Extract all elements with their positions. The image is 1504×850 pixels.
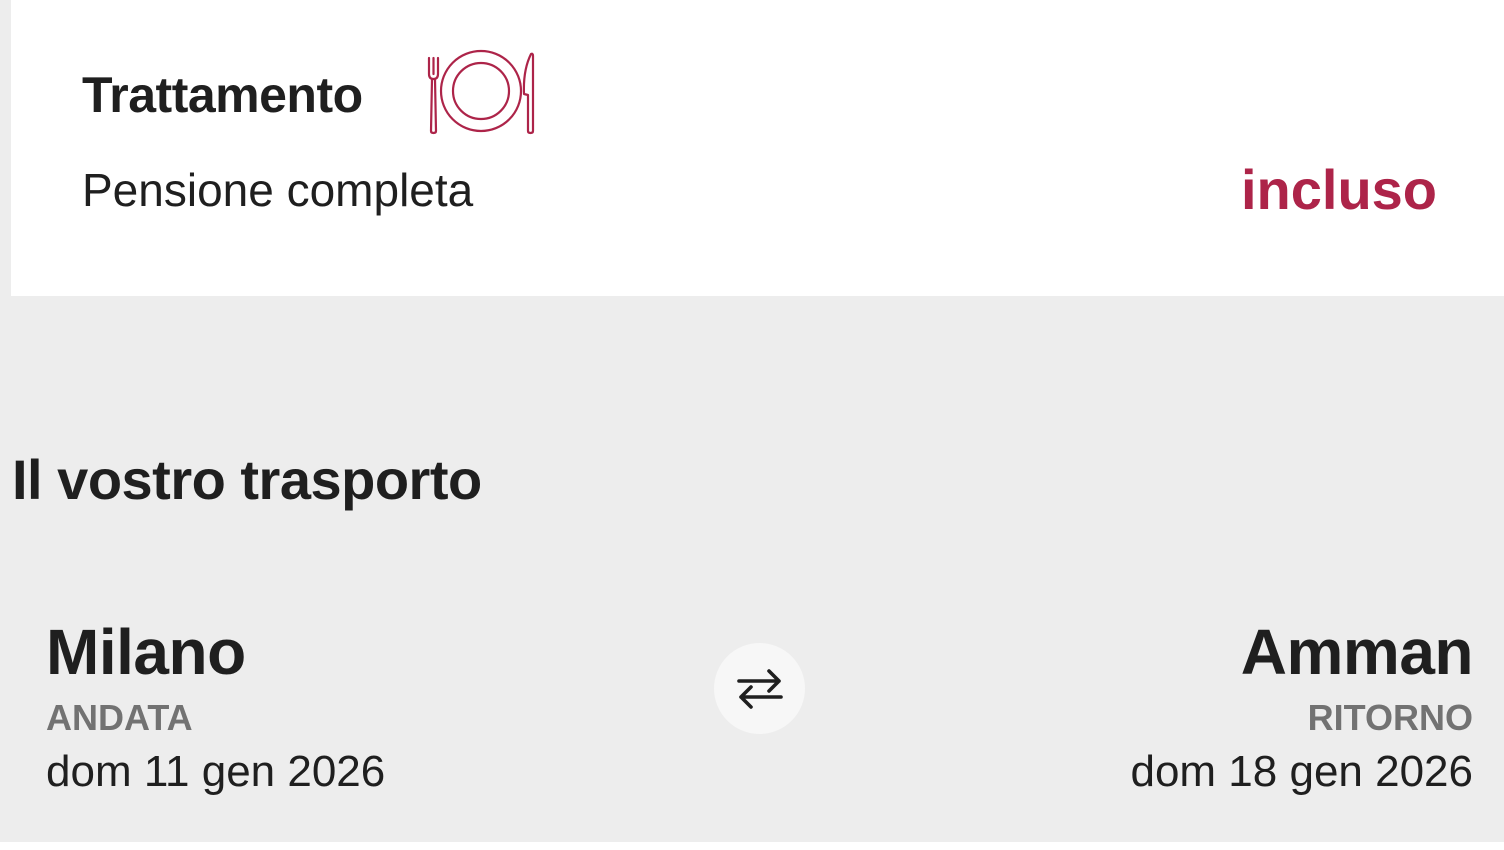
outbound-leg: Milano ANDATA dom 11 gen 2026 [46, 614, 385, 800]
treatment-title: Trattamento [82, 67, 363, 123]
outbound-date: dom 11 gen 2026 [46, 747, 386, 796]
bottom-divider [0, 842, 1504, 850]
treatment-value: Pensione completa [82, 164, 474, 216]
included-label: incluso [1240, 158, 1437, 221]
transport-section-title: Il vostro trasporto [12, 448, 482, 511]
treatment-card: Trattamento Pensione completa incluso [11, 0, 1504, 296]
return-city: Amman [1240, 616, 1474, 688]
return-date: dom 18 gen 2026 [1130, 747, 1473, 796]
return-leg: Amman RITORNO dom 18 gen 2026 [1130, 614, 1473, 800]
page: Trattamento Pensione completa incluso Il… [0, 0, 1504, 850]
outbound-label: ANDATA [46, 697, 193, 738]
return-label: RITORNO [1307, 697, 1473, 738]
plate-cutlery-icon [427, 49, 535, 135]
swap-arrows-icon [736, 668, 783, 709]
outbound-city: Milano [46, 616, 246, 688]
swap-direction-button[interactable] [714, 643, 805, 734]
